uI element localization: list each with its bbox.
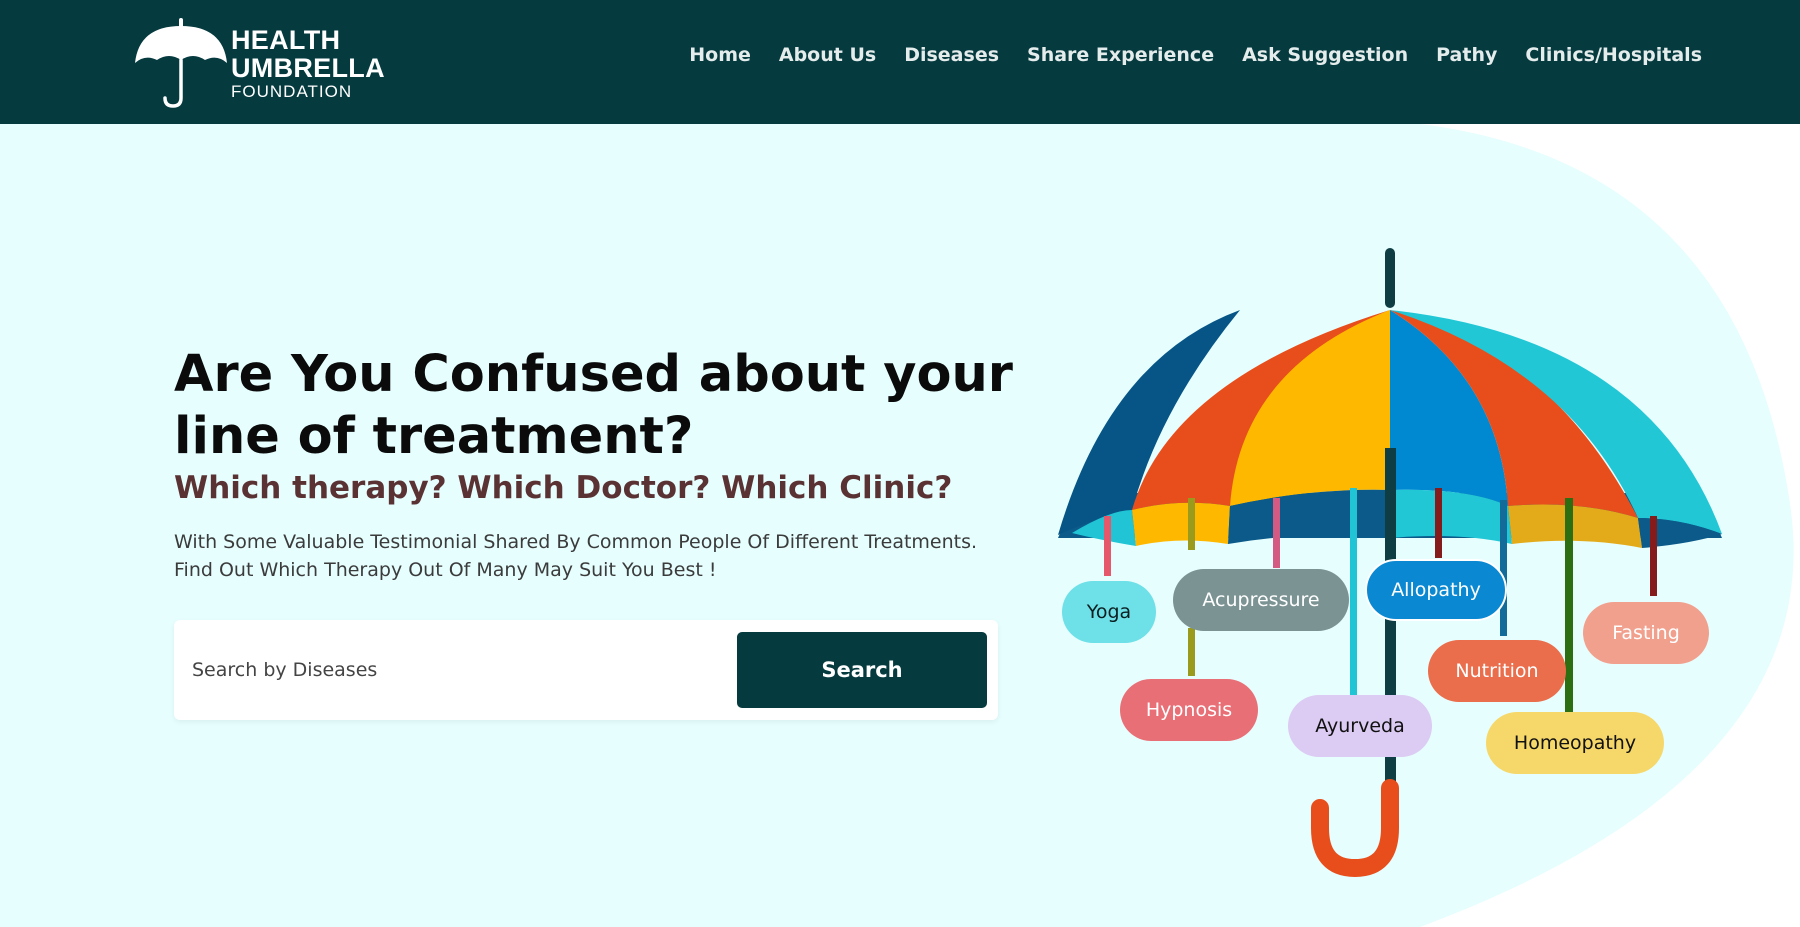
hero-subheadline: Which therapy? Which Doctor? Which Clini…: [174, 470, 953, 506]
therapy-umbrella-illustration: Yoga Acupressure Allopathy Fasting Nutri…: [1050, 248, 1730, 888]
therapy-fasting-label: Fasting: [1612, 622, 1680, 644]
therapy-nutrition[interactable]: Nutrition: [1428, 640, 1566, 702]
nav-about-us[interactable]: About Us: [779, 44, 876, 66]
nav-home[interactable]: Home: [689, 44, 751, 66]
disease-search-input[interactable]: [192, 644, 692, 696]
therapy-fasting[interactable]: Fasting: [1583, 602, 1709, 664]
search-form: Search: [174, 620, 998, 720]
brand-logo[interactable]: HEALTH UMBRELLA FOUNDATION: [133, 18, 393, 110]
top-navbar: HEALTH UMBRELLA FOUNDATION Home About Us…: [0, 0, 1800, 124]
nav-pathy[interactable]: Pathy: [1436, 44, 1497, 66]
therapy-homeopathy-label: Homeopathy: [1513, 732, 1637, 754]
nav-share-experience[interactable]: Share Experience: [1027, 44, 1214, 66]
therapy-yoga[interactable]: Yoga: [1062, 581, 1156, 643]
therapy-homeopathy[interactable]: Homeopathy: [1486, 712, 1664, 774]
therapy-ayurveda-label: Ayurveda: [1315, 715, 1405, 737]
therapy-hypnosis-label: Hypnosis: [1145, 699, 1233, 721]
brand-name: HEALTH UMBRELLA FOUNDATION: [231, 26, 385, 102]
therapy-ayurveda[interactable]: Ayurveda: [1288, 695, 1432, 757]
search-button[interactable]: Search: [737, 632, 987, 708]
therapy-allopathy[interactable]: Allopathy: [1365, 559, 1507, 621]
hero-description-line-1: With Some Valuable Testimonial Shared By…: [174, 531, 978, 553]
therapy-nutrition-label: Nutrition: [1455, 660, 1539, 682]
brand-line-3: FOUNDATION: [231, 82, 353, 101]
hero-description-line-2: Find Out Which Therapy Out Of Many May S…: [174, 559, 717, 581]
brand-line-1: HEALTH: [231, 25, 341, 55]
umbrella-top-pole: [1385, 248, 1395, 308]
hero-description: With Some Valuable Testimonial Shared By…: [174, 528, 1034, 584]
nav-ask-suggestion[interactable]: Ask Suggestion: [1242, 44, 1408, 66]
brand-line-2: UMBRELLA: [231, 53, 385, 83]
nav-diseases[interactable]: Diseases: [904, 44, 999, 66]
main-nav: Home About Us Diseases Share Experience …: [689, 44, 1702, 66]
therapy-acupressure-label: Acupressure: [1202, 589, 1320, 611]
therapy-acupressure[interactable]: Acupressure: [1173, 569, 1349, 631]
umbrella-handle: [1311, 779, 1399, 878]
umbrella-logo-icon: [135, 18, 227, 108]
hero-headline: Are You Confused about your line of trea…: [174, 345, 1013, 466]
nav-clinics-hospitals[interactable]: Clinics/Hospitals: [1525, 44, 1702, 66]
therapy-allopathy-label: Allopathy: [1391, 579, 1481, 601]
therapy-yoga-label: Yoga: [1086, 601, 1132, 623]
therapy-hypnosis[interactable]: Hypnosis: [1120, 679, 1258, 741]
